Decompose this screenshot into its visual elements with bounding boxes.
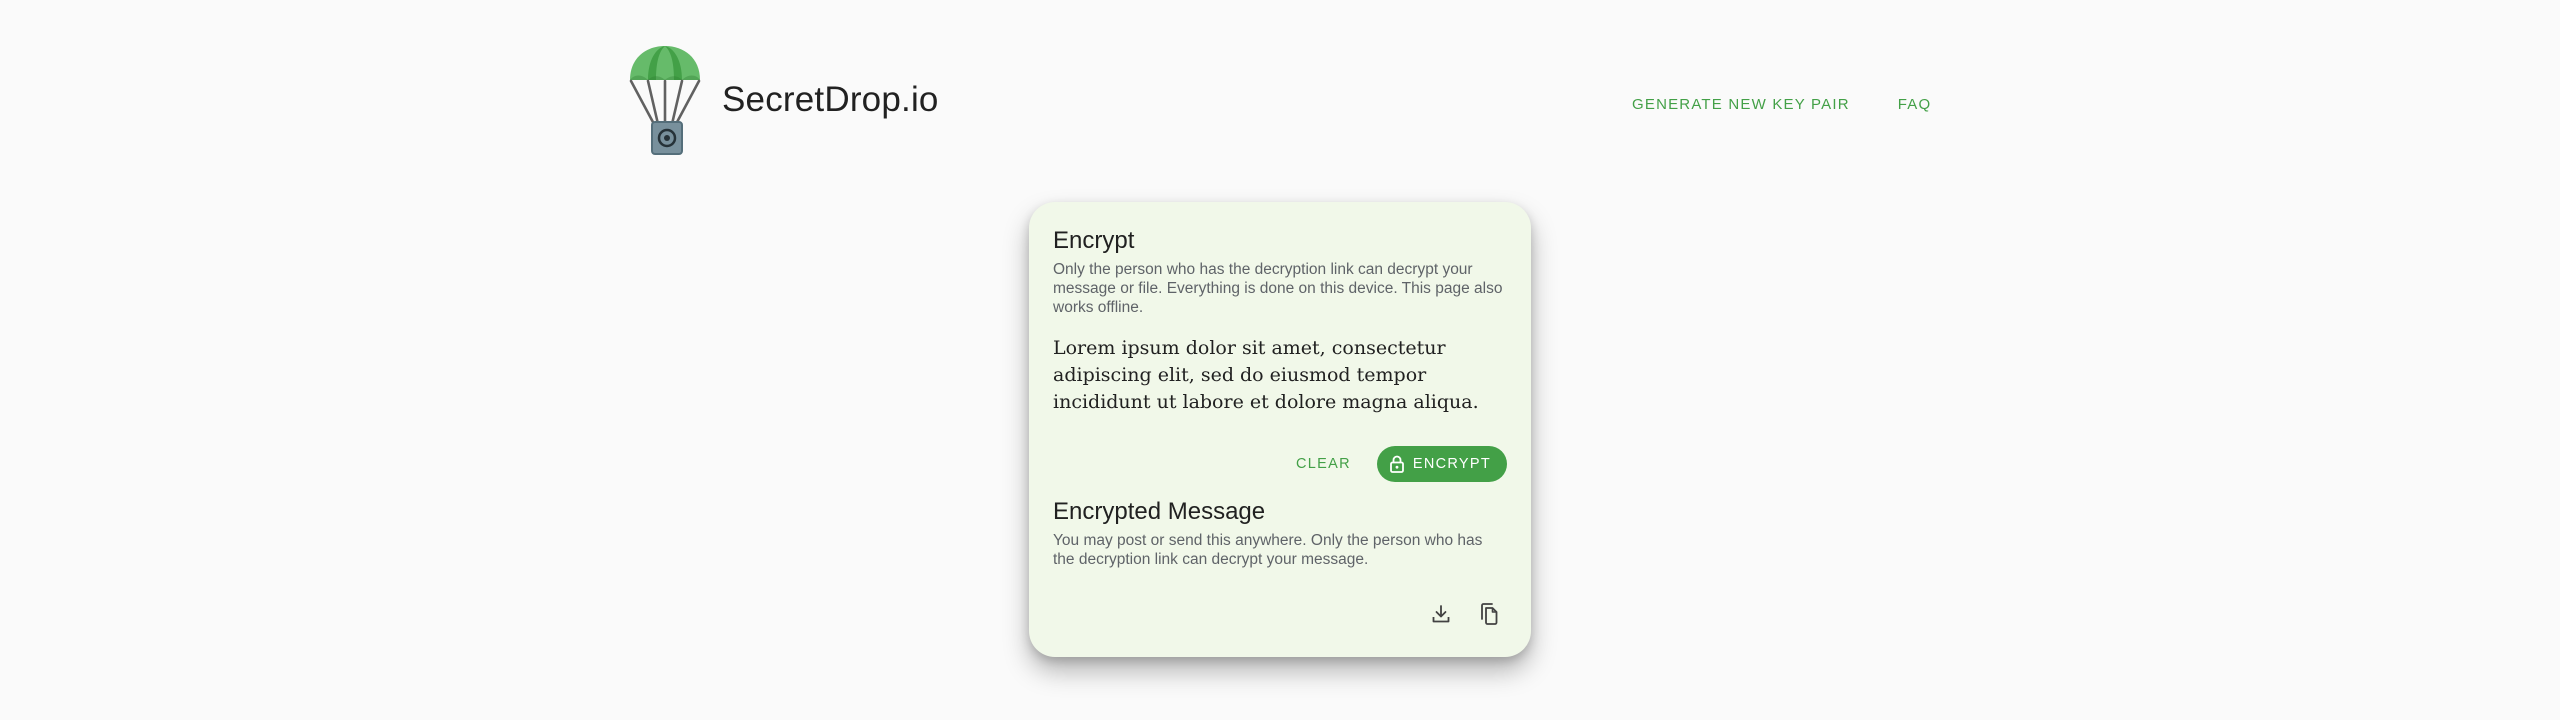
encrypt-actions: CLEAR ENCRYPT: [1284, 446, 1507, 482]
encrypted-message-section: Encrypted Message You may post or send t…: [1053, 497, 1507, 569]
brand[interactable]: SecretDrop.io: [628, 44, 939, 158]
encrypt-button[interactable]: ENCRYPT: [1376, 446, 1507, 482]
encrypt-description: Only the person who has the decryption l…: [1053, 261, 1503, 316]
lock-icon: [1389, 455, 1404, 473]
top-nav: GENERATE NEW KEY PAIR FAQ: [1620, 88, 1943, 121]
encrypt-title: Encrypt: [1053, 227, 1135, 254]
app-header: SecretDrop.io GENERATE NEW KEY PAIR FAQ: [0, 0, 2560, 190]
encrypted-message-title: Encrypted Message: [1053, 498, 1266, 525]
download-icon: [1432, 605, 1450, 623]
copy-icon: [1481, 603, 1498, 625]
download-button[interactable]: [1423, 596, 1459, 632]
copy-button[interactable]: [1471, 596, 1507, 632]
parachute-logo-icon: [629, 46, 701, 155]
encrypt-card: Encrypt Only the person who has the decr…: [1029, 202, 1531, 657]
message-input[interactable]: Lorem ipsum dolor sit amet, consectetur …: [1053, 335, 1513, 416]
encrypt-button-label: ENCRYPT: [1412, 456, 1491, 472]
generate-key-pair-link[interactable]: GENERATE NEW KEY PAIR: [1620, 88, 1862, 121]
encrypted-message-actions: [1411, 596, 1507, 632]
clear-button[interactable]: CLEAR: [1284, 448, 1363, 480]
faq-link[interactable]: FAQ: [1886, 88, 1944, 121]
encrypted-message-description: You may post or send this anywhere. Only…: [1053, 532, 1483, 568]
brand-name: SecretDrop.io: [722, 80, 939, 119]
